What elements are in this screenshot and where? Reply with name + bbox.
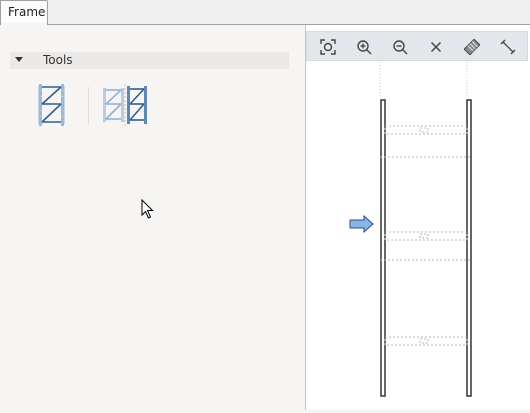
tab-frame[interactable]: Frame: [0, 0, 48, 24]
beam-level-3: [384, 336, 468, 346]
single-frame-icon: [38, 84, 65, 126]
double-frame-tool[interactable]: [97, 82, 153, 128]
close-icon[interactable]: [428, 39, 444, 55]
viewer-toolbar: [306, 31, 528, 61]
drawing-canvas[interactable]: [306, 62, 530, 410]
tools-section-header[interactable]: Tools: [10, 52, 289, 69]
left-pane: Tools: [0, 25, 305, 410]
eraser-icon[interactable]: [464, 39, 480, 55]
measure-icon[interactable]: [500, 39, 516, 55]
frame-uprights: [380, 99, 472, 397]
zoom-out-icon[interactable]: [392, 39, 408, 55]
tab-strip: Frame: [0, 0, 530, 25]
collapse-arrow-icon[interactable]: [15, 57, 23, 62]
beam-level-2: [380, 231, 472, 261]
beam-level-1: [380, 125, 472, 158]
zoom-in-icon[interactable]: [356, 39, 372, 55]
single-frame-tool[interactable]: [34, 82, 70, 128]
tool-separator: [88, 87, 89, 125]
tools-section-label: Tools: [43, 53, 73, 67]
zoom-extents-icon[interactable]: [320, 39, 336, 55]
position-marker-arrow: [349, 214, 374, 234]
frame-drawing: [349, 62, 472, 397]
double-frame-icon: [103, 84, 147, 126]
mouse-cursor-icon: [141, 199, 154, 219]
